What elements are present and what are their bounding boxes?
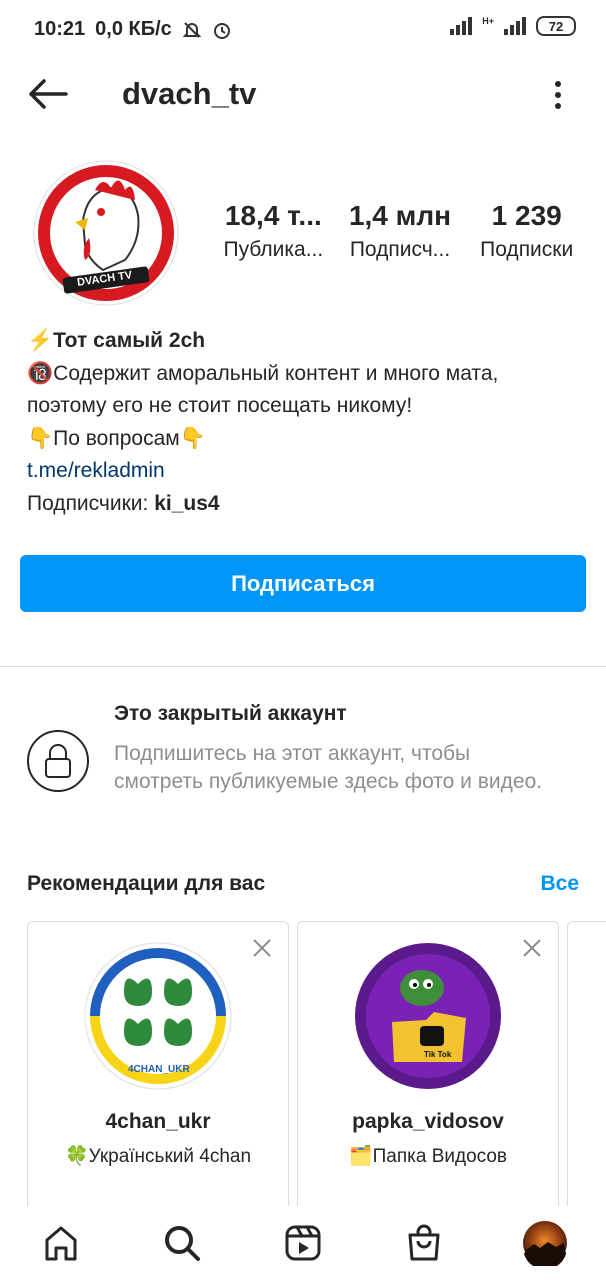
bottom-nav <box>0 1206 606 1280</box>
follow-button[interactable]: Подписаться <box>20 555 586 612</box>
bio-title: ⚡Тот самый 2ch <box>27 329 206 352</box>
battery-icon: 72 <box>536 16 576 36</box>
signal-icon <box>450 17 473 35</box>
status-speed: 0,0 КБ/с <box>95 18 172 40</box>
profile-avatar[interactable]: DVACH TV <box>33 160 179 306</box>
recommendation-name[interactable]: papka_vidosov <box>298 1110 558 1134</box>
recommendation-avatar[interactable]: 4CHAN_UKR <box>84 942 232 1090</box>
divider <box>0 666 606 667</box>
lock-icon <box>27 730 89 792</box>
page-title: dvach_tv <box>122 76 257 111</box>
nav-profile[interactable] <box>515 1213 575 1273</box>
recommendation-card[interactable]: 4CHAN_UKR 4chan_ukr 🍀Український 4chan <box>27 921 289 1221</box>
private-account-title: Это закрытый аккаунт <box>114 702 347 725</box>
following-stat[interactable]: 1 239 Подписки <box>463 200 590 262</box>
status-time: 10:21 <box>34 18 86 40</box>
mutual-followers[interactable]: Подписчики: ki_us4 <box>27 488 582 521</box>
signal-icon-2 <box>504 17 526 35</box>
see-all-link[interactable]: Все <box>540 872 579 896</box>
following-label: Подписки <box>480 238 574 261</box>
close-icon[interactable] <box>252 938 272 958</box>
profile-avatar-icon <box>523 1221 568 1266</box>
followers-count: 1,4 млн <box>348 200 452 231</box>
alarm-icon <box>213 22 230 39</box>
recommendation-desc: 🗂️Папка Видосов <box>348 1146 508 1167</box>
mutual-followers-label: Подписчики: <box>27 491 155 515</box>
following-count: 1 239 <box>491 200 562 231</box>
recommendation-card-partial[interactable] <box>567 921 606 1221</box>
recommendation-name[interactable]: 4chan_ukr <box>28 1110 288 1134</box>
search-icon <box>164 1226 200 1261</box>
private-account-desc: Подпишитесь на этот аккаунт, чтобы смотр… <box>114 742 543 793</box>
battery-level: 72 <box>548 18 564 34</box>
nav-home[interactable] <box>31 1213 91 1273</box>
nav-search[interactable] <box>152 1213 212 1273</box>
recommendation-card[interactable]: Tik Tok papka_vidosov 🗂️Папка Видосов <box>297 921 559 1221</box>
close-icon[interactable] <box>522 938 542 958</box>
mutual-follower-name: ki_us4 <box>154 491 220 515</box>
home-icon <box>45 1226 77 1261</box>
mute-icon <box>182 21 202 38</box>
recommendations-title: Рекомендации для вас <box>27 872 266 895</box>
nav-reels[interactable] <box>273 1213 333 1273</box>
profile-bio: ⚡Тот самый 2ch 🔞Содержит аморальный конт… <box>27 325 582 520</box>
more-options-icon[interactable] <box>552 80 564 110</box>
bio-link[interactable]: t.me/rekladmin <box>27 459 165 482</box>
reels-icon <box>285 1225 321 1261</box>
recommendation-desc: 🍀Український 4chan <box>64 1146 252 1167</box>
recommendation-avatar-label: 4CHAN_UKR <box>128 1064 190 1075</box>
nav-shop[interactable] <box>394 1213 454 1273</box>
posts-stat[interactable]: 18,4 т... Публика... <box>210 200 337 262</box>
recommendation-avatar-label: Tik Tok <box>424 1050 452 1059</box>
profile-header: dvach_tv <box>0 60 606 130</box>
recommendation-avatar[interactable]: Tik Tok <box>354 942 502 1090</box>
profile-stats: 18,4 т... Публика... 1,4 млн Подписч... … <box>210 200 590 262</box>
shopping-bag-icon <box>408 1224 440 1261</box>
bio-text: 🔞Содержит аморальный контент и много мат… <box>27 361 499 418</box>
posts-label: Публика... <box>223 238 324 261</box>
followers-stat[interactable]: 1,4 млн Подписч... <box>337 200 464 262</box>
bio-contact: 👇По вопросам👇 <box>27 426 206 450</box>
posts-count: 18,4 т... <box>224 200 322 231</box>
network-type: H+ <box>482 16 494 26</box>
followers-label: Подписч... <box>349 238 451 261</box>
status-bar: 10:21 0,0 КБ/с H+ 72 <box>0 0 606 60</box>
back-arrow-icon[interactable] <box>28 78 68 110</box>
